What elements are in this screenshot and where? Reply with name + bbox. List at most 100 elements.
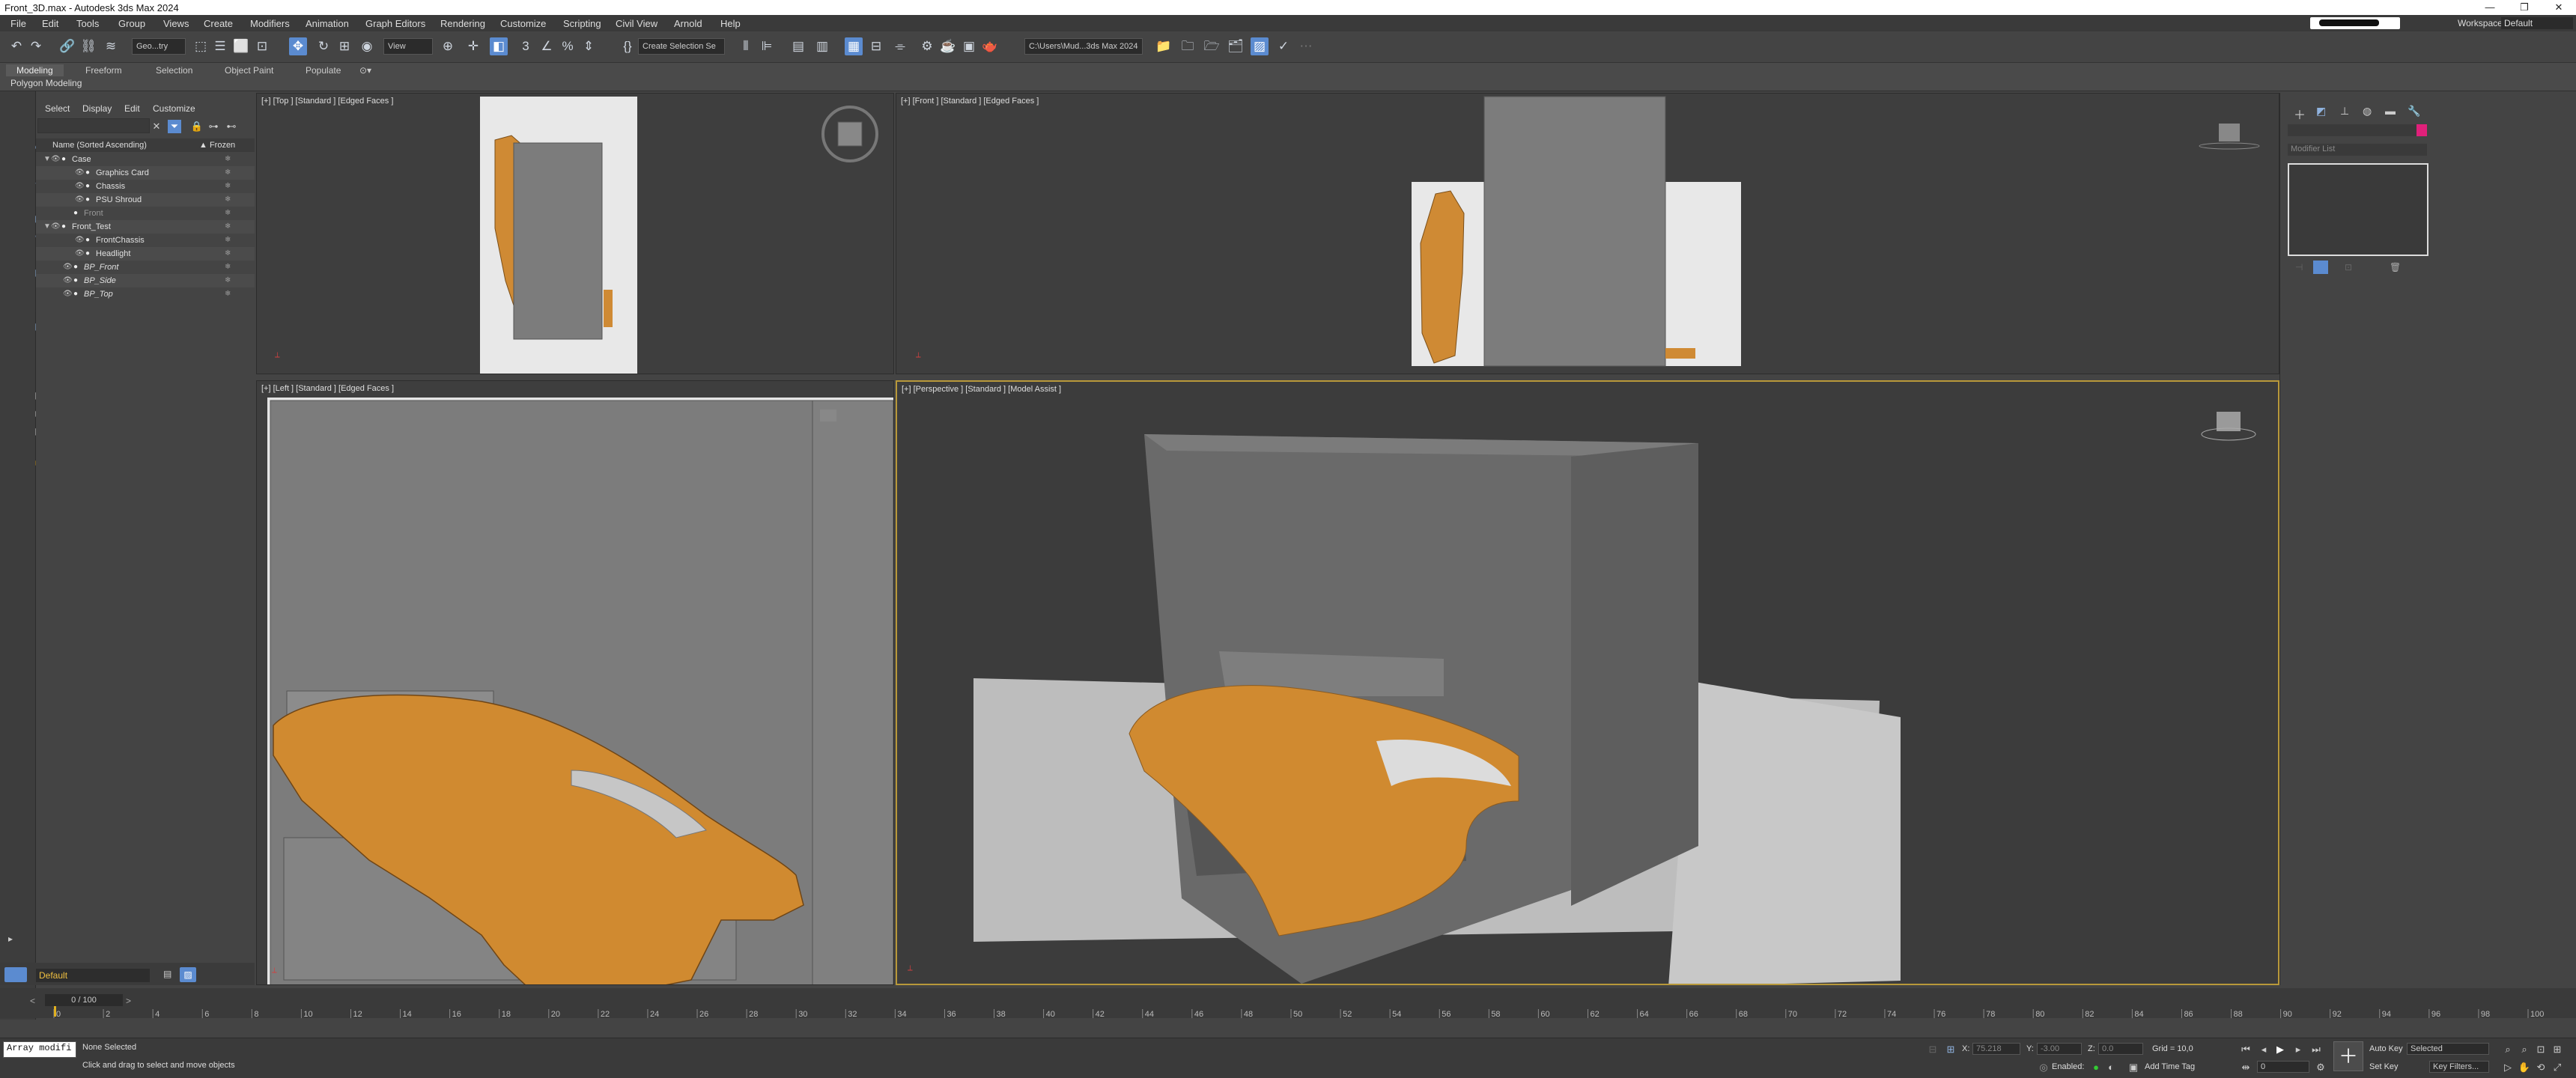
menu-civil-view[interactable]: Civil View	[616, 18, 657, 29]
pivot-center-icon[interactable]: ⊕	[439, 37, 457, 55]
y-coord-field[interactable]: -3.00	[2037, 1043, 2082, 1055]
orbit-icon[interactable]: ⟲	[2534, 1061, 2548, 1074]
freeze-toggle-icon[interactable]: ❄	[225, 180, 232, 193]
ribbon-tab-selection[interactable]: Selection	[145, 64, 203, 76]
remove-modifier-icon[interactable]: 🗑	[2390, 262, 2401, 272]
zoom-all-icon[interactable]: ⌕	[2518, 1043, 2531, 1056]
menu-customize[interactable]: Customize	[500, 18, 546, 29]
select-by-name-icon[interactable]: ☰	[211, 37, 229, 55]
render-toggle-icon[interactable]: ●	[85, 193, 93, 207]
maximize-viewport-icon[interactable]: ⤢	[2551, 1061, 2564, 1074]
play-icon[interactable]: ▶	[2273, 1043, 2287, 1056]
ribbon-options-icon[interactable]: ⊙▾	[355, 64, 376, 76]
render-toggle-icon[interactable]: ●	[85, 166, 93, 180]
bind-spacewarp-icon[interactable]: ≋	[102, 37, 120, 55]
scene-row[interactable]: 👁 ● PSU Shroud ❄	[36, 193, 255, 207]
menu-create[interactable]: Create	[204, 18, 233, 29]
z-coord-field[interactable]: 0.0	[2098, 1043, 2143, 1055]
viewport-left[interactable]: [+] [Left ] [Standard ] [Edged Faces ] ⟂	[256, 380, 894, 985]
freeze-toggle-icon[interactable]: ❄	[225, 261, 232, 274]
time-config-icon[interactable]: ⚙	[2314, 1061, 2327, 1074]
select-object-icon[interactable]: ⬚	[192, 37, 210, 55]
menu-help[interactable]: Help	[720, 18, 741, 29]
placement-icon[interactable]: ◉	[358, 37, 376, 55]
current-frame-field[interactable]: 0	[2257, 1061, 2309, 1073]
create-tab-icon[interactable]: ＋	[2294, 105, 2306, 123]
reference-coord-dropdown[interactable]: View	[383, 38, 433, 55]
project-folder-icon[interactable]: 🗀	[1179, 37, 1197, 55]
scene-tab-display[interactable]: Display	[82, 103, 112, 114]
column-frozen-header[interactable]: ▲ Frozen	[199, 141, 235, 150]
freeze-toggle-icon[interactable]: ❄	[225, 220, 232, 234]
named-selection-set-dropdown[interactable]: Create Selection Se	[638, 38, 725, 55]
menu-graph-editors[interactable]: Graph Editors	[365, 18, 425, 29]
expand-arrow-icon[interactable]: ▸	[4, 933, 16, 945]
save-file-icon[interactable]: 🗁	[1203, 37, 1221, 55]
freeze-toggle-icon[interactable]: ❄	[225, 234, 232, 247]
undo-icon[interactable]: ↶	[7, 37, 25, 55]
filter-toggle-icon[interactable]: ⏷	[168, 120, 181, 133]
spinner-snap-icon[interactable]: ⇕	[580, 37, 598, 55]
zoom-extents-icon[interactable]: ⊡	[2534, 1043, 2548, 1056]
key-mode-icon[interactable]: ⇹	[2239, 1061, 2253, 1074]
angle-snap-icon[interactable]: ∠	[538, 37, 556, 55]
ribbon-tab-freeform[interactable]: Freeform	[75, 64, 133, 76]
freeze-toggle-icon[interactable]: ❄	[225, 207, 232, 220]
viewport-front[interactable]: [+] [Front ] [Standard ] [Edged Faces ] …	[896, 93, 2279, 374]
keyboard-shortcut-override-icon[interactable]: ✛	[464, 37, 482, 55]
select-scale-icon[interactable]: ⊞	[335, 37, 353, 55]
menu-arnold[interactable]: Arnold	[674, 18, 702, 29]
redo-icon[interactable]: ↷	[27, 37, 45, 55]
menu-views[interactable]: Views	[163, 18, 189, 29]
menu-file[interactable]: File	[10, 18, 26, 29]
minimize-button[interactable]: —	[2473, 0, 2507, 15]
clear-search-icon[interactable]: ✕	[150, 120, 163, 133]
open-file-icon[interactable]: 📁	[1155, 37, 1173, 55]
visibility-eye-icon[interactable]: 👁	[63, 274, 73, 287]
next-frame-icon[interactable]: ▸	[2291, 1043, 2305, 1056]
menu-edit[interactable]: Edit	[42, 18, 58, 29]
make-unique-icon[interactable]: ⊡	[2345, 262, 2352, 272]
window-crossing-icon[interactable]: ⊡	[253, 37, 271, 55]
scene-tab-customize[interactable]: Customize	[153, 103, 195, 114]
enabled-toggle-icon[interactable]: ●	[2089, 1061, 2103, 1074]
layer-toggle-icon[interactable]	[4, 967, 27, 982]
menu-animation[interactable]: Animation	[306, 18, 349, 29]
ribbon-tab-modeling[interactable]: Modeling	[6, 64, 64, 76]
render-toggle-icon[interactable]: ●	[61, 153, 69, 166]
layer-properties-icon[interactable]: ▤	[163, 969, 171, 979]
go-to-end-icon[interactable]: ⏭	[2309, 1043, 2323, 1056]
more-tools-icon[interactable]: ⋯	[1297, 37, 1315, 55]
render-toggle-icon[interactable]: ●	[73, 207, 81, 220]
scene-tab-select[interactable]: Select	[45, 103, 70, 114]
project-folder-dropdown[interactable]: C:\Users\Mud...3ds Max 2024	[1024, 38, 1143, 55]
freeze-toggle-icon[interactable]: ❄	[225, 287, 232, 301]
menu-modifiers[interactable]: Modifiers	[250, 18, 290, 29]
menu-group[interactable]: Group	[118, 18, 145, 29]
current-layer-field[interactable]: Default	[36, 969, 150, 982]
lock-icon[interactable]: 🔒	[190, 120, 204, 133]
scene-row[interactable]: 👁 ● Chassis ❄	[36, 180, 255, 193]
hierarchy-tab-icon[interactable]: ⊥	[2340, 105, 2349, 118]
scene-row[interactable]: ▼ 👁 ● Case ❄	[36, 153, 255, 166]
maximize-button[interactable]: ❐	[2507, 0, 2542, 15]
menu-rendering[interactable]: Rendering	[440, 18, 485, 29]
mirror-icon[interactable]: ⫴	[737, 37, 755, 55]
column-name-header[interactable]: Name (Sorted Ascending)	[52, 141, 147, 150]
scene-row[interactable]: 👁 ● FrontChassis ❄	[36, 234, 255, 247]
display-tab-icon[interactable]: ▬	[2385, 105, 2396, 117]
layer-select-icon[interactable]: ▨	[180, 967, 196, 982]
field-of-view-icon[interactable]: ▷	[2501, 1061, 2515, 1074]
account-button[interactable]	[2310, 17, 2400, 29]
toggle-scene-explorer-icon[interactable]: ▤	[789, 37, 807, 55]
visibility-eye-icon[interactable]: 👁	[75, 247, 85, 261]
x-coord-field[interactable]: 75.218	[1972, 1043, 2020, 1055]
unlink-icon[interactable]: ⛓	[79, 37, 97, 55]
freeze-toggle-icon[interactable]: ❄	[225, 166, 232, 180]
render-toggle-icon[interactable]: ●	[85, 247, 93, 261]
visibility-eye-icon[interactable]: 👁	[75, 166, 85, 180]
freeze-toggle-icon[interactable]: ❄	[225, 274, 232, 287]
curve-editor-icon[interactable]: ⊟	[867, 37, 885, 55]
scene-row[interactable]: 👁 ● Headlight ❄	[36, 247, 255, 261]
ribbon-tab-populate[interactable]: Populate	[295, 64, 351, 76]
